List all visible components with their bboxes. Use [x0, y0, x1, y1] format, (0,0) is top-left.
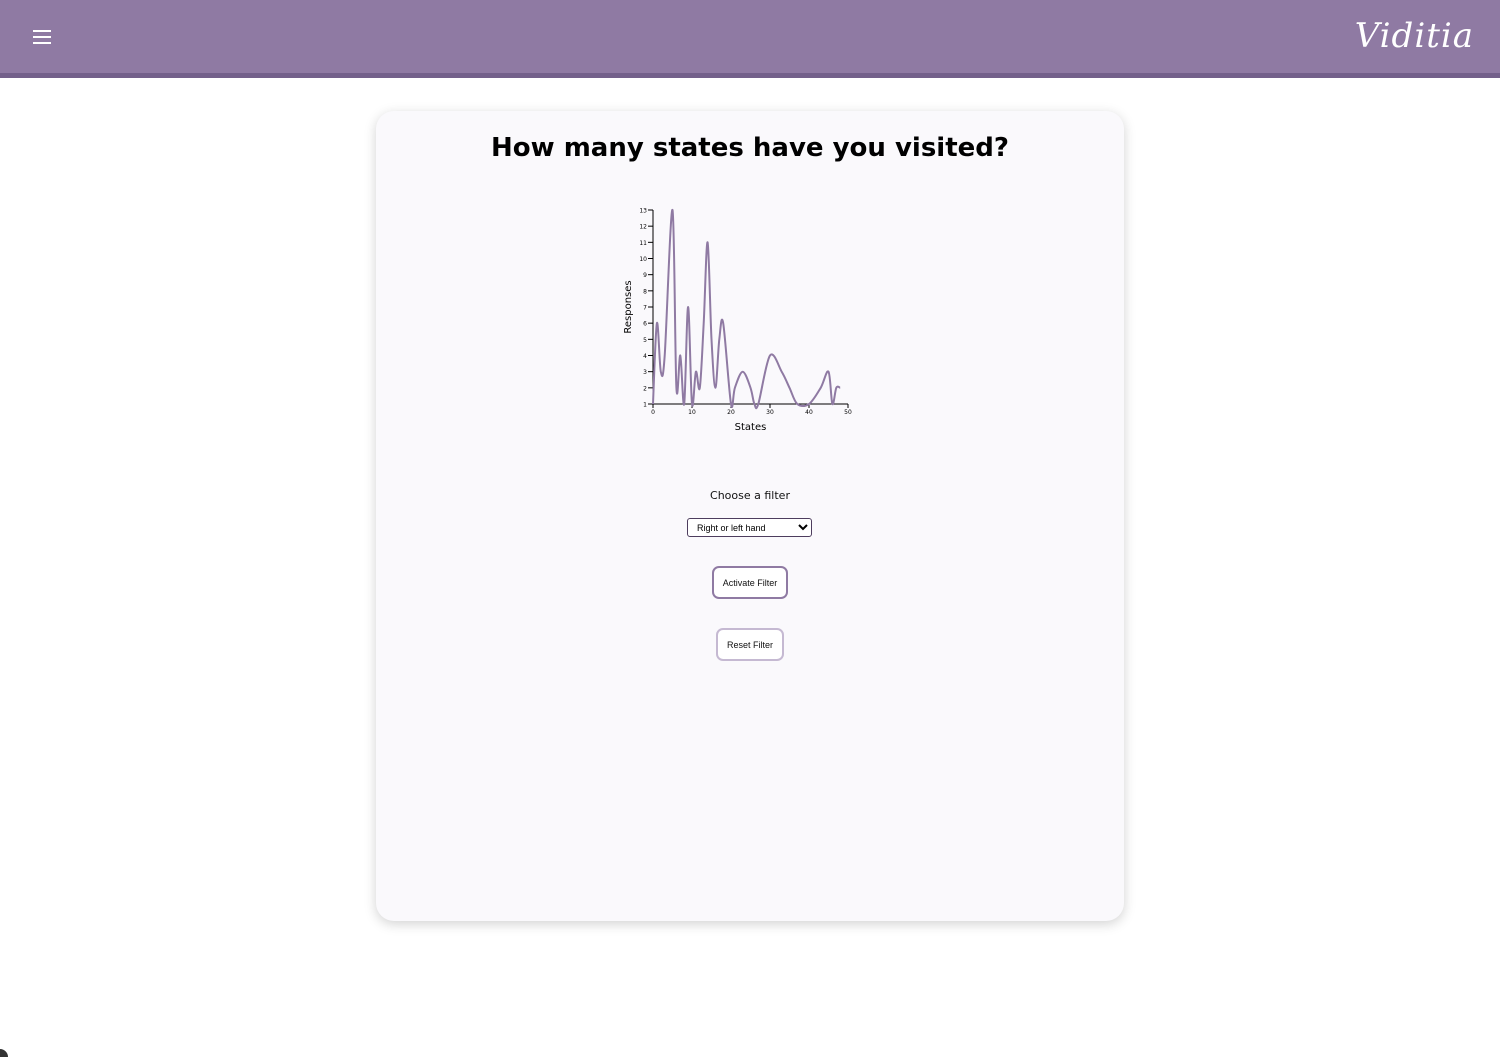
- y-tick-label: 12: [639, 224, 647, 231]
- y-axis-label: Responses: [623, 280, 634, 333]
- logo[interactable]: Viditia: [1355, 8, 1474, 64]
- y-tick-label: 6: [643, 321, 647, 328]
- filter-select[interactable]: Right or left hand: [687, 518, 812, 537]
- y-tick-label: 8: [643, 288, 647, 295]
- y-tick-label: 4: [643, 353, 647, 360]
- y-tick-label: 7: [643, 305, 647, 312]
- y-tick-label: 5: [643, 337, 647, 344]
- x-tick-label: 0: [651, 409, 655, 416]
- x-axis: 0 10 20 30 40 50: [651, 403, 852, 416]
- x-tick-label: 30: [766, 409, 774, 416]
- y-tick-label: 10: [639, 256, 647, 263]
- x-tick-label: 50: [844, 409, 852, 416]
- x-tick-label: 40: [805, 409, 813, 416]
- hamburger-menu-icon[interactable]: [31, 27, 53, 47]
- y-axis: 12345678910111213: [639, 208, 654, 409]
- y-tick-label: 2: [643, 385, 647, 392]
- window-corner: [0, 1049, 8, 1057]
- y-tick-label: 3: [643, 369, 647, 376]
- states-line-chart: 12345678910111213 0 10 20 30 40 50 States Res…: [623, 208, 852, 434]
- reset-filter-button[interactable]: Reset Filter: [716, 628, 784, 661]
- activate-filter-button[interactable]: Activate Filter: [712, 566, 788, 599]
- x-tick-label: 20: [727, 409, 735, 416]
- question-card: How many states have you visited? 123456…: [376, 111, 1124, 921]
- y-tick-label: 9: [643, 272, 647, 279]
- top-navigation-bar: Viditia: [0, 0, 1500, 78]
- y-tick-label: 11: [639, 240, 647, 247]
- x-tick-label: 10: [688, 409, 696, 416]
- series-line: [652, 208, 841, 410]
- filter-label: Choose a filter: [710, 489, 790, 502]
- y-tick-label: 13: [639, 208, 647, 215]
- x-axis-label: States: [735, 422, 767, 433]
- y-tick-label: 1: [643, 402, 647, 409]
